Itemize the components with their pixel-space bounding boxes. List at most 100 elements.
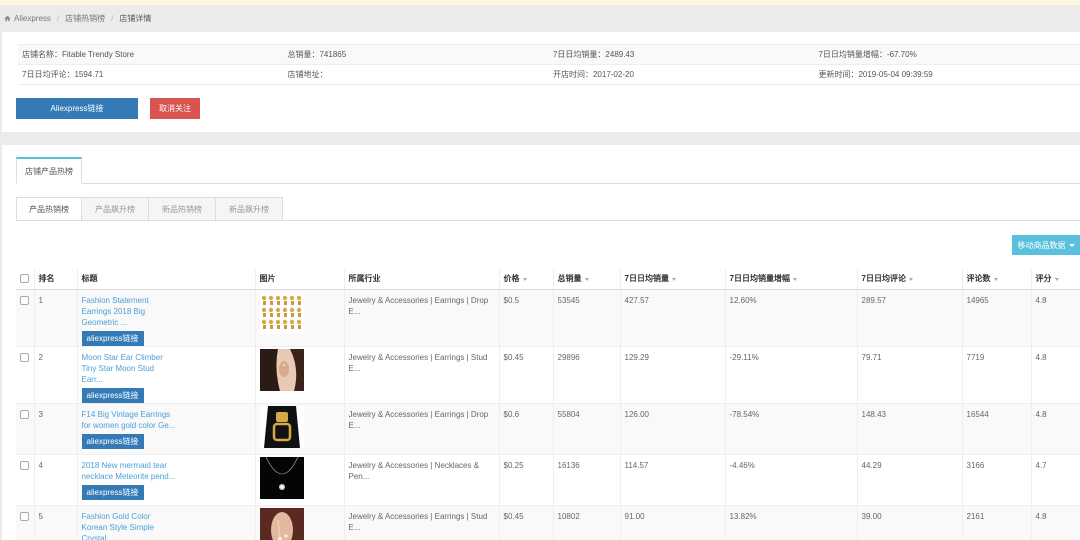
row-industry: Jewelry & Accessories | Necklaces & Pen.…	[343, 454, 499, 506]
select-all-checkbox[interactable]	[20, 273, 29, 283]
row-total-sales: 16136	[552, 454, 620, 506]
row-rank: 1	[33, 289, 77, 347]
breadcrumb-current: 店铺详情	[119, 14, 152, 23]
header-growth-7d[interactable]: 7日日均销量增幅	[724, 269, 857, 290]
store-info-panel: 店铺名称：Fitable Trendy Store 总销量：741865 7日日…	[2, 32, 1080, 132]
row-checkbox[interactable]	[20, 352, 29, 362]
store-reviews-7d: 7日日均评论：1594.71	[18, 64, 284, 85]
header-title: 标题	[76, 269, 255, 290]
breadcrumb: Aliexpress / 店铺热销榜 / 店铺详情	[0, 5, 1080, 32]
row-checkbox[interactable]	[20, 409, 29, 419]
caret-down-icon	[1068, 243, 1075, 247]
row-aliexpress-link-button[interactable]: aliexpress链接	[81, 484, 144, 500]
row-review-count: 16544	[961, 403, 1031, 455]
necklace-thumbnail[interactable]	[259, 456, 304, 499]
tab-product-rising[interactable]: 产品飙升榜	[82, 197, 149, 221]
header-reviews-7d[interactable]: 7日日均评论	[856, 269, 962, 290]
product-title-link[interactable]: 2018 New mermaid tear necklace Meteorite…	[82, 460, 178, 482]
model-ear-thumbnail[interactable]	[259, 348, 304, 391]
tab-new-hot-sales[interactable]: 新品热销榜	[149, 197, 216, 221]
row-title-cell: Fashion Statement Earrings 2018 Big Geom…	[76, 289, 255, 347]
row-sales-7d: 91.00	[619, 505, 725, 540]
header-rating[interactable]: 评分	[1030, 269, 1080, 290]
row-reviews-7d: 44.29	[856, 454, 962, 506]
header-total-sales-label: 总销量	[557, 274, 582, 284]
tab-store-product-hot[interactable]: 店铺产品热榜	[16, 157, 82, 184]
product-title-link[interactable]: Fashion Statement Earrings 2018 Big Geom…	[82, 295, 178, 328]
store-info-table: 店铺名称：Fitable Trendy Store 总销量：741865 7日日…	[18, 44, 1080, 85]
breadcrumb-home-link[interactable]: Aliexpress	[14, 14, 51, 23]
product-table: 排名 标题 图片 所属行业 价格 总销量 7日日均销量 7日日均销量增幅 7日日…	[16, 269, 1080, 540]
row-select-cell	[16, 346, 34, 404]
row-rank: 3	[33, 403, 77, 455]
row-rating: 4.8	[1030, 403, 1080, 455]
store-total-sales: 总销量：741865	[283, 44, 549, 65]
earring-grid-thumbnail[interactable]	[259, 291, 304, 334]
row-growth-7d: -4.46%	[724, 454, 857, 506]
row-total-sales: 55804	[552, 403, 620, 455]
breadcrumb-separator: /	[56, 14, 60, 23]
row-rating: 4.8	[1030, 289, 1080, 347]
row-select-cell	[16, 505, 34, 540]
header-growth-7d-label: 7日日均销量增幅	[729, 274, 790, 284]
header-sales-7d-label: 7日日均销量	[624, 274, 669, 284]
gold-earring-thumbnail[interactable]	[259, 405, 304, 448]
main-tab-bar: 店铺产品热榜	[16, 157, 1080, 184]
store-name: 店铺名称：Fitable Trendy Store	[18, 44, 284, 65]
sort-icon	[1054, 277, 1059, 281]
row-title-cell: F14 Big Vintage Earrings for women gold …	[76, 403, 255, 455]
row-total-sales: 53545	[552, 289, 620, 347]
row-sales-7d: 129.29	[619, 346, 725, 404]
aliexpress-link-button[interactable]: Aliexpress链接	[16, 98, 138, 119]
sort-icon	[792, 277, 797, 281]
header-price[interactable]: 价格	[498, 269, 553, 290]
home-icon	[4, 15, 11, 22]
unfollow-button[interactable]: 取消关注	[150, 98, 200, 119]
row-growth-7d: -78.54%	[724, 403, 857, 455]
sort-icon	[908, 277, 913, 281]
select-all-cell	[16, 269, 34, 290]
row-title-cell: Moon Star Ear Climber Tiny Star Moon Stu…	[76, 346, 255, 404]
row-checkbox[interactable]	[20, 460, 29, 470]
header-rating-label: 评分	[1035, 274, 1052, 284]
header-industry: 所属行业	[343, 269, 499, 290]
row-review-count: 3166	[961, 454, 1031, 506]
table-row: 5 Fashion Gold Color Korean Style Simple…	[16, 505, 1080, 540]
row-checkbox[interactable]	[20, 295, 29, 305]
row-price: $0.5	[498, 289, 553, 347]
store-sales-7d: 7日日均销量：2489.43	[548, 44, 815, 65]
product-title-link[interactable]: Moon Star Ear Climber Tiny Star Moon Stu…	[82, 352, 178, 385]
tab-product-hot-sales[interactable]: 产品热销榜	[16, 197, 82, 221]
row-price: $0.45	[498, 505, 553, 540]
breadcrumb-level2-link[interactable]: 店铺热销榜	[65, 13, 105, 24]
row-aliexpress-link-button[interactable]: aliexpress链接	[81, 433, 144, 449]
header-total-sales[interactable]: 总销量	[552, 269, 620, 290]
store-sales-growth-7d: 7日日均销量增幅：-67.70%	[814, 44, 1080, 65]
row-price: $0.6	[498, 403, 553, 455]
product-title-link[interactable]: Fashion Gold Color Korean Style Simple C…	[82, 511, 178, 540]
row-total-sales: 10802	[552, 505, 620, 540]
store-update-time: 更新时间：2019-05-04 09:39:59	[814, 64, 1080, 85]
table-row: 4 2018 New mermaid tear necklace Meteori…	[16, 454, 1080, 506]
row-aliexpress-link-button[interactable]: aliexpress链接	[81, 387, 144, 403]
row-reviews-7d: 39.00	[856, 505, 962, 540]
header-review-count[interactable]: 评论数	[961, 269, 1031, 290]
table-row: 2 Moon Star Ear Climber Tiny Star Moon S…	[16, 346, 1080, 404]
header-reviews-7d-label: 7日日均评论	[861, 274, 906, 284]
row-reviews-7d: 289.57	[856, 289, 962, 347]
row-rank: 2	[33, 346, 77, 404]
product-title-link[interactable]: F14 Big Vintage Earrings for women gold …	[82, 409, 178, 431]
row-rating: 4.8	[1030, 346, 1080, 404]
row-select-cell	[16, 403, 34, 455]
row-reviews-7d: 79.71	[856, 346, 962, 404]
row-title-cell: 2018 New mermaid tear necklace Meteorite…	[76, 454, 255, 506]
row-growth-7d: 12.60%	[724, 289, 857, 347]
row-rank: 5	[33, 505, 77, 540]
tab-new-rising[interactable]: 新品飙升榜	[216, 197, 283, 221]
header-sales-7d[interactable]: 7日日均销量	[619, 269, 725, 290]
row-select-cell	[16, 289, 34, 347]
crystal-earring-thumbnail[interactable]	[259, 507, 304, 540]
move-data-dropdown-button[interactable]: 移动商品数据	[1012, 235, 1080, 255]
row-aliexpress-link-button[interactable]: aliexpress链接	[81, 330, 144, 346]
row-checkbox[interactable]	[20, 511, 29, 521]
